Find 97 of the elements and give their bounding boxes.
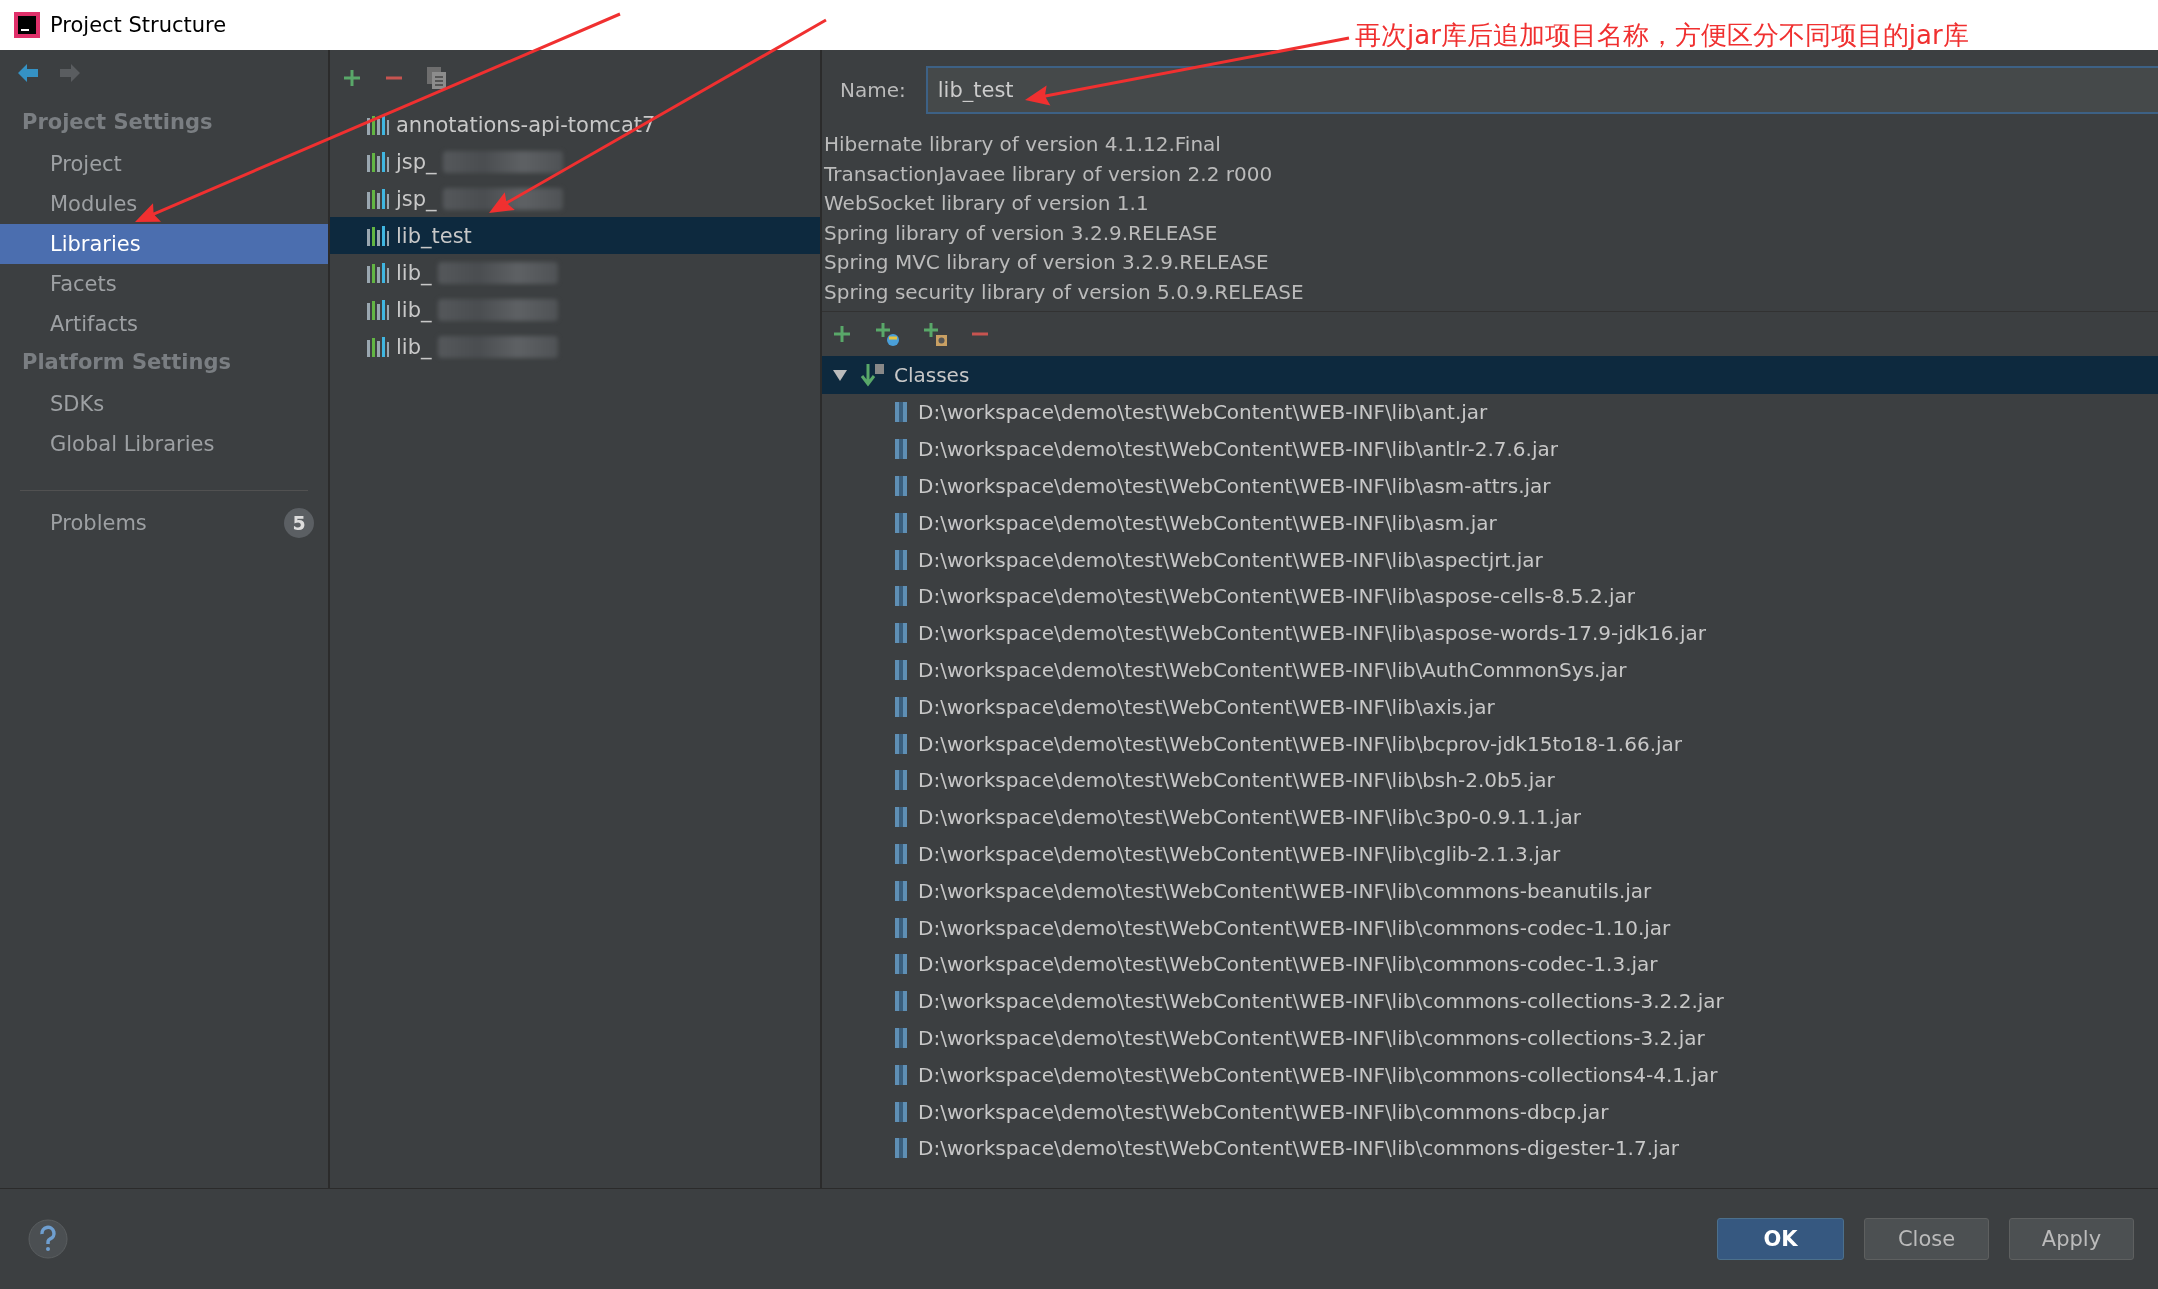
classes-node[interactable]: Classes bbox=[822, 356, 2158, 394]
help-icon[interactable] bbox=[28, 1219, 68, 1259]
jar-icon bbox=[894, 769, 908, 792]
problems-count: 5 bbox=[284, 508, 314, 538]
library-name: lib_ bbox=[396, 334, 432, 359]
jar-path[interactable]: D:\workspace\demo\test\WebContent\WEB-INF\lib\aspose-words-17.9-jdk16.jar bbox=[918, 621, 1706, 646]
library-description: WebSocket library of version 1.1 bbox=[823, 190, 1150, 217]
library-name: lib_ bbox=[396, 260, 432, 285]
jar-icon bbox=[894, 438, 908, 461]
library-row[interactable]: lib_ bbox=[330, 328, 820, 365]
sidebar-item[interactable]: Modules bbox=[0, 184, 328, 224]
jar-icon bbox=[894, 695, 908, 718]
name-label: Name: bbox=[840, 78, 906, 102]
library-row[interactable]: lib_ bbox=[330, 291, 820, 328]
add-globe-icon[interactable] bbox=[874, 321, 900, 347]
library-name: jsp_ bbox=[396, 186, 437, 211]
jar-icon bbox=[894, 842, 908, 865]
jar-icon bbox=[894, 401, 908, 424]
jar-icon bbox=[894, 475, 908, 497]
library-name: jsp_ bbox=[396, 149, 437, 174]
jar-path[interactable]: D:\workspace\demo\test\WebContent\WEB-INF\lib\commons-beanutils.jar bbox=[918, 878, 1652, 903]
ok-button[interactable]: OK bbox=[1717, 1218, 1844, 1260]
library-name: lib_ bbox=[396, 297, 432, 322]
jar-path[interactable]: D:\workspace\demo\test\WebContent\WEB-INF\lib\commons-codec-1.10.jar bbox=[918, 915, 1671, 940]
jar-icon bbox=[894, 1100, 908, 1123]
library-row[interactable]: jsp_ bbox=[330, 180, 820, 217]
classes-icon bbox=[860, 362, 886, 388]
library-icon bbox=[366, 298, 390, 321]
sidebar-item[interactable]: Libraries bbox=[0, 224, 328, 264]
annotation-text: 再次jar库后追加项目名称，方便区分不同项目的jar库 bbox=[1355, 19, 1969, 52]
section-heading: Project Settings bbox=[21, 109, 214, 136]
jar-path[interactable]: D:\workspace\demo\test\WebContent\WEB-INF\lib\antlr-2.7.6.jar bbox=[918, 437, 1558, 462]
jar-icon bbox=[894, 658, 908, 681]
problems-item[interactable]: Problems bbox=[50, 511, 147, 535]
sidebar-item[interactable]: Artifacts bbox=[0, 304, 328, 344]
expand-toggle-icon[interactable] bbox=[832, 367, 848, 383]
jar-icon bbox=[894, 1137, 908, 1160]
sidebar-item[interactable]: Project bbox=[0, 144, 328, 184]
jar-path[interactable]: D:\workspace\demo\test\WebContent\WEB-INF\lib\commons-codec-1.3.jar bbox=[918, 952, 1658, 977]
jar-path[interactable]: D:\workspace\demo\test\WebContent\WEB-INF\lib\aspose-cells-8.5.2.jar bbox=[918, 584, 1636, 609]
jar-icon bbox=[894, 585, 908, 608]
jar-path[interactable]: D:\workspace\demo\test\WebContent\WEB-INF\lib\commons-collections4-4.1.jar bbox=[918, 1062, 1718, 1087]
library-icon bbox=[366, 335, 390, 358]
jar-path[interactable]: D:\workspace\demo\test\WebContent\WEB-INF\lib\bcprov-jdk15to18-1.66.jar bbox=[918, 731, 1683, 756]
library-icon bbox=[366, 187, 390, 210]
jar-path[interactable]: D:\workspace\demo\test\WebContent\WEB-INF\lib\asm-attrs.jar bbox=[918, 474, 1551, 498]
jar-path[interactable]: D:\workspace\demo\test\WebContent\WEB-INF\lib\ant.jar bbox=[918, 400, 1488, 425]
add-jar-icon[interactable] bbox=[922, 321, 948, 347]
back-arrow-icon[interactable] bbox=[16, 62, 40, 84]
library-icon bbox=[366, 261, 390, 284]
jar-icon bbox=[894, 622, 908, 645]
jar-icon bbox=[894, 806, 908, 829]
jar-path[interactable]: D:\workspace\demo\test\WebContent\WEB-INF\lib\axis.jar bbox=[918, 694, 1495, 719]
section-heading: Platform Settings bbox=[21, 349, 233, 376]
jar-icon bbox=[894, 879, 908, 902]
library-description: Spring security library of version 5.0.9.RELEASE bbox=[823, 278, 1305, 306]
apply-button[interactable]: Apply bbox=[2009, 1218, 2134, 1260]
name-field[interactable]: lib_test bbox=[925, 66, 2158, 114]
window-title: Project Structure bbox=[50, 13, 227, 37]
add-icon[interactable] bbox=[342, 68, 362, 88]
jar-icon bbox=[894, 953, 908, 976]
jar-icon bbox=[894, 511, 908, 534]
jar-path[interactable]: D:\workspace\demo\test\WebContent\WEB-INF\lib\commons-collections-3.2.2.jar bbox=[918, 989, 1724, 1014]
jar-icon bbox=[894, 1026, 908, 1049]
jar-icon bbox=[894, 732, 908, 755]
jar-icon bbox=[894, 990, 908, 1013]
library-description: TransactionJavaee library of version 2.2 r000 bbox=[823, 160, 1274, 188]
library-row[interactable]: lib_test bbox=[330, 217, 820, 254]
copy-icon[interactable] bbox=[426, 66, 448, 90]
jar-path[interactable]: D:\workspace\demo\test\WebContent\WEB-INF\lib\cglib-2.1.3.jar bbox=[918, 841, 1561, 866]
jar-icon bbox=[894, 916, 908, 939]
library-icon bbox=[366, 150, 390, 173]
library-row[interactable]: jsp_ bbox=[330, 143, 820, 180]
library-name: lib_test bbox=[396, 223, 472, 248]
classes-label: Classes bbox=[894, 363, 970, 387]
library-description: Hibernate library of version 4.1.12.Final bbox=[823, 131, 1222, 158]
app-logo-icon bbox=[14, 12, 40, 38]
sidebar-item[interactable]: Global Libraries bbox=[0, 424, 328, 464]
sidebar-item[interactable]: SDKs bbox=[0, 384, 328, 424]
jar-path[interactable]: D:\workspace\demo\test\WebContent\WEB-INF\lib\c3p0-0.9.1.1.jar bbox=[918, 805, 1581, 830]
library-icon bbox=[366, 113, 390, 136]
jar-path[interactable]: D:\workspace\demo\test\WebContent\WEB-INF\lib\bsh-2.0b5.jar bbox=[918, 768, 1555, 793]
jar-path[interactable]: D:\workspace\demo\test\WebContent\WEB-INF\lib\commons-digester-1.7.jar bbox=[918, 1136, 1680, 1161]
library-description: Spring library of version 3.2.9.RELEASE bbox=[823, 219, 1219, 247]
jar-path[interactable]: D:\workspace\demo\test\WebContent\WEB-INF\lib\asm.jar bbox=[918, 510, 1497, 535]
library-row[interactable]: lib_ bbox=[330, 254, 820, 291]
jar-path[interactable]: D:\workspace\demo\test\WebContent\WEB-INF\lib\aspectjrt.jar bbox=[918, 547, 1543, 572]
sidebar-item[interactable]: Facets bbox=[0, 264, 328, 304]
jar-path[interactable]: D:\workspace\demo\test\WebContent\WEB-INF\lib\commons-dbcp.jar bbox=[918, 1099, 1609, 1124]
jar-icon bbox=[894, 1063, 908, 1086]
jar-path[interactable]: D:\workspace\demo\test\WebContent\WEB-INF\lib\AuthCommonSys.jar bbox=[918, 657, 1627, 682]
jar-path[interactable]: D:\workspace\demo\test\WebContent\WEB-INF\lib\commons-collections-3.2.jar bbox=[918, 1025, 1705, 1050]
add-icon[interactable] bbox=[832, 324, 852, 344]
library-icon bbox=[366, 224, 390, 247]
library-description: Spring MVC library of version 3.2.9.RELEASE bbox=[823, 249, 1270, 276]
close-button[interactable]: Close bbox=[1864, 1218, 1989, 1260]
jar-icon bbox=[894, 548, 908, 571]
